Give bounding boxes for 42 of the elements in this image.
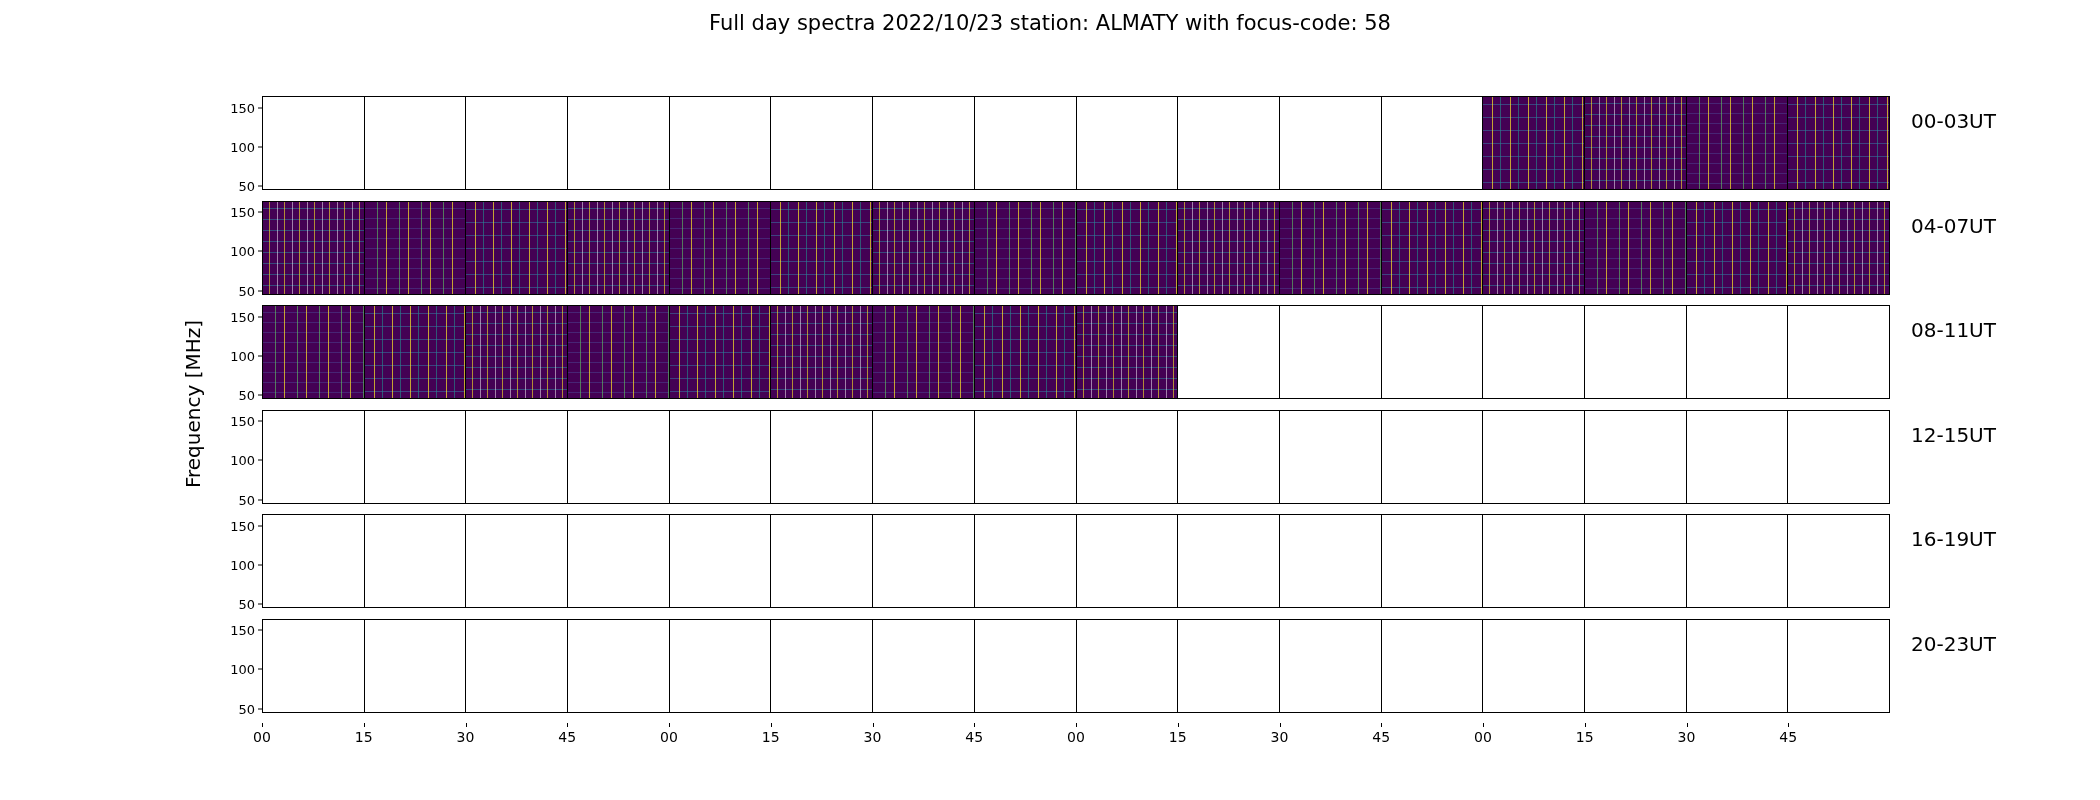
tick-label: 50	[238, 387, 255, 403]
tick-label: 50	[238, 701, 255, 717]
row-label: 20-23UT	[1911, 631, 1996, 656]
tick-label: 100	[230, 243, 255, 259]
row-label: 16-19UT	[1911, 527, 1996, 551]
tick-label: 50	[238, 283, 255, 299]
tick-label: 00	[253, 729, 271, 745]
tick-label: 100	[230, 348, 255, 364]
tick-label: 150	[230, 622, 255, 638]
tick-label: 150	[230, 204, 255, 220]
row-label: 12-15UT	[1911, 422, 1996, 447]
tick-label: 150	[230, 309, 255, 325]
tick-label: 100	[230, 557, 255, 573]
tick-label: 100	[230, 139, 255, 155]
tick-label: 30	[1270, 729, 1289, 745]
tick-label: 100	[230, 452, 255, 468]
tick-label: 30	[1677, 729, 1696, 745]
tick-label: 15	[761, 729, 780, 745]
tick-label: 45	[558, 729, 577, 745]
row-label: 00-03UT	[1911, 109, 1996, 133]
tick-label: 45	[1779, 729, 1798, 745]
row-label: 08-11UT	[1911, 318, 1996, 342]
tick-label: 45	[1372, 729, 1391, 745]
tick-label: 00	[1067, 729, 1085, 745]
tick-label: 50	[238, 178, 255, 194]
axis-label: Frequency [MHz]	[180, 319, 205, 489]
figure-title: Full day spectra 2022/10/23 station: ALMATY with focus-code: 58	[709, 11, 1391, 35]
tick-label: 30	[456, 729, 475, 745]
tick-label: 150	[230, 413, 255, 429]
tick-label: 100	[230, 661, 255, 677]
tick-label: 30	[863, 729, 882, 745]
tick-label: 15	[1575, 729, 1594, 745]
tick-label: 150	[230, 100, 255, 116]
tick-label: 15	[354, 729, 373, 745]
tick-label: 15	[1168, 729, 1187, 745]
tick-label: 50	[238, 596, 255, 612]
tick-label: 00	[1474, 729, 1492, 745]
tick-label: 45	[965, 729, 984, 745]
row-label: 04-07UT	[1911, 213, 1996, 238]
tick-label: 00	[660, 729, 678, 745]
tick-label: 150	[230, 518, 255, 534]
tick-label: 50	[238, 492, 255, 508]
